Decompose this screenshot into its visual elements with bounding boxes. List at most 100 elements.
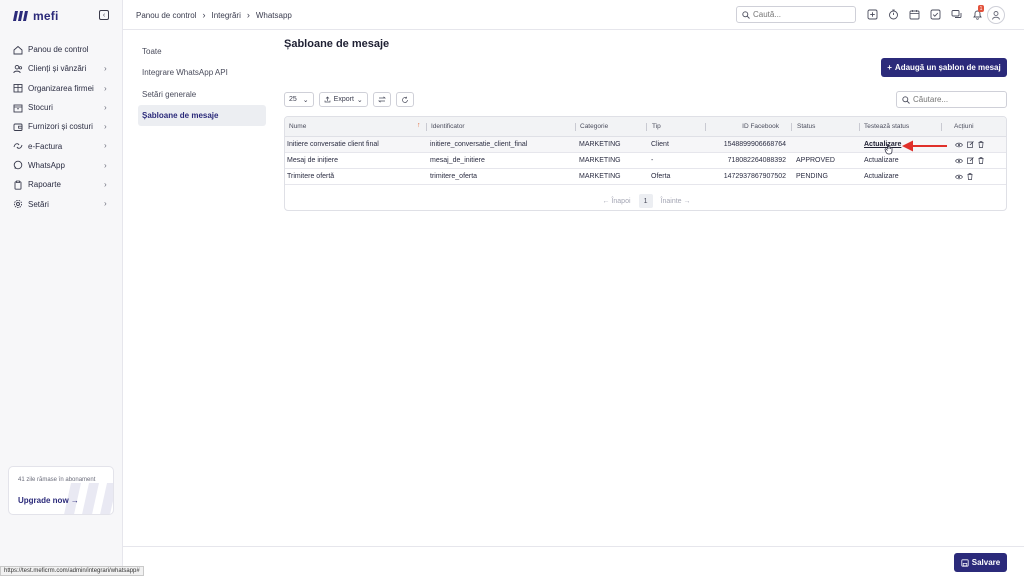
refresh-button[interactable] — [395, 92, 414, 107]
logo[interactable]: mefi — [12, 9, 58, 23]
task-check-icon[interactable] — [929, 8, 941, 20]
column-divider — [859, 123, 860, 131]
chevron-right-icon: › — [104, 83, 107, 93]
col-header-actiuni: Acțiuni — [954, 123, 974, 130]
chevron-right-icon: › — [202, 10, 206, 20]
trash-icon[interactable] — [978, 141, 984, 148]
add-square-icon[interactable] — [866, 8, 878, 20]
sidebar-item-efactura[interactable]: e-Factura › — [0, 136, 123, 155]
subnav-item-integrare-api[interactable]: Integrare WhatsApp API — [138, 62, 266, 83]
plus-icon: + — [887, 63, 892, 72]
notification-badge: 1 — [978, 5, 984, 12]
view-eye-icon[interactable] — [955, 142, 963, 148]
sidebar-item-rapoarte[interactable]: Rapoarte › — [0, 175, 123, 194]
chevron-right-icon: › — [104, 160, 107, 170]
breadcrumb-item-panou[interactable]: Panou de control — [136, 11, 197, 20]
edit-icon[interactable] — [967, 157, 974, 164]
upgrade-now-link[interactable]: Upgrade now → — [18, 496, 79, 505]
upload-icon — [324, 96, 331, 103]
cell-identifier: initiere_conversatie_client_final — [430, 141, 528, 148]
table-row[interactable]: Initiere conversatie client final initie… — [285, 137, 1006, 153]
table-row[interactable]: Trimitere ofertă trimitere_oferta MARKET… — [285, 169, 1006, 185]
sidebar-item-organizarea-firmei[interactable]: Organizarea firmei › — [0, 79, 123, 98]
status-bar-url: https://test.meficrm.com/admin/integrari… — [0, 566, 144, 576]
col-header-tip[interactable]: Tip — [652, 117, 661, 136]
user-icon — [992, 11, 1000, 20]
cell-facebook-id: 1548899906668764 — [723, 141, 786, 148]
save-label: Salvare — [971, 558, 1001, 567]
page-size-select[interactable]: 25 ⌄ — [284, 92, 314, 107]
edit-icon[interactable] — [967, 141, 974, 148]
subnav-item-setari-generale[interactable]: Setări generale — [138, 84, 266, 105]
breadcrumb: Panou de control › Integrări › Whatsapp — [136, 10, 292, 20]
sort-asc-icon[interactable]: ↑ — [417, 122, 421, 129]
export-button[interactable]: Export ⌄ — [318, 92, 368, 107]
collapse-sidebar-icon[interactable]: ‹ — [99, 10, 109, 20]
refresh-icon — [401, 96, 408, 103]
column-divider — [941, 123, 942, 131]
col-header-id-facebook[interactable]: ID Facebook — [709, 117, 779, 136]
timer-icon[interactable] — [887, 8, 899, 20]
column-divider — [575, 123, 576, 131]
sidebar-item-label: Setări — [28, 199, 49, 209]
pagination-next[interactable]: Înainte → — [661, 198, 691, 205]
subnav-item-sabloane[interactable]: Șabloane de mesaje — [138, 104, 266, 127]
view-eye-icon[interactable] — [955, 174, 963, 180]
global-search-input[interactable] — [753, 10, 843, 19]
sidebar-item-whatsapp[interactable]: WhatsApp › — [0, 156, 123, 175]
table-search-input[interactable] — [913, 95, 1003, 104]
bell-icon[interactable]: 1 — [971, 5, 984, 20]
chevron-right-icon: › — [104, 122, 107, 132]
col-header-nume[interactable]: Nume — [289, 117, 306, 136]
pagination: ← Înapoi 1 Înainte → — [285, 192, 1006, 210]
chevron-right-icon: › — [104, 180, 107, 190]
chevron-right-icon: › — [104, 64, 107, 74]
upgrade-card: 41 zile rămase în abonament Upgrade now … — [8, 466, 114, 515]
cell-type: Client — [651, 141, 669, 148]
wallet-icon — [13, 122, 23, 132]
cell-type: Oferta — [651, 173, 671, 180]
chevron-right-icon: › — [246, 10, 250, 20]
col-header-identificator[interactable]: Identificator — [431, 117, 465, 136]
swap-columns-button[interactable] — [372, 92, 391, 107]
cell-facebook-id: 718082264088392 — [727, 157, 786, 164]
sidebar-item-label: Rapoarte — [28, 180, 61, 190]
sidebar-item-furnizori[interactable]: Furnizori și costuri › — [0, 117, 123, 136]
sidebar-item-label: Panou de control — [28, 45, 89, 55]
messages-icon[interactable] — [950, 8, 962, 20]
sidebar-item-clienti[interactable]: Clienți și vânzări › — [0, 59, 123, 78]
pagination-prev[interactable]: ← Înapoi — [603, 198, 631, 205]
sidebar: mefi ‹ Panou de control Clienți și vânză… — [0, 0, 123, 576]
global-search[interactable] — [736, 6, 856, 23]
update-status-link[interactable]: Actualizare — [864, 137, 901, 152]
pagination-page[interactable]: 1 — [638, 194, 653, 208]
trash-icon[interactable] — [978, 157, 984, 164]
subnav-item-toate[interactable]: Toate — [138, 41, 266, 62]
cell-identifier: trimitere_oferta — [430, 173, 478, 180]
calendar-icon[interactable] — [908, 8, 920, 20]
update-status-link[interactable]: Actualizare — [864, 153, 899, 168]
column-divider — [426, 123, 427, 131]
users-icon — [13, 64, 23, 74]
sidebar-item-panou-de-control[interactable]: Panou de control — [0, 40, 123, 59]
col-header-categorie[interactable]: Categorie — [580, 117, 608, 136]
col-header-status[interactable]: Status — [797, 117, 815, 136]
save-button[interactable]: Salvare — [954, 553, 1007, 572]
sidebar-item-stocuri[interactable]: Stocuri › — [0, 98, 123, 117]
table-row[interactable]: Mesaj de inițiere mesaj_de_initiere MARK… — [285, 153, 1006, 169]
trash-icon[interactable] — [967, 173, 973, 180]
header-actions: 1 — [866, 5, 984, 20]
user-avatar[interactable] — [987, 6, 1005, 24]
view-eye-icon[interactable] — [955, 158, 963, 164]
add-template-button[interactable]: + Adaugă un șablon de mesaj — [881, 58, 1007, 77]
add-template-label: Adaugă un șablon de mesaj — [894, 63, 1001, 72]
column-divider — [705, 123, 706, 131]
column-divider — [646, 123, 647, 131]
col-header-testeaza-status[interactable]: Testează status — [864, 117, 909, 136]
efactura-icon — [13, 141, 23, 151]
logo-text: mefi — [33, 9, 59, 23]
sidebar-item-setari[interactable]: Setări › — [0, 194, 123, 213]
breadcrumb-item-integrari[interactable]: Integrări — [212, 11, 241, 20]
update-status-link[interactable]: Actualizare — [864, 169, 899, 184]
table-search[interactable] — [896, 91, 1007, 108]
